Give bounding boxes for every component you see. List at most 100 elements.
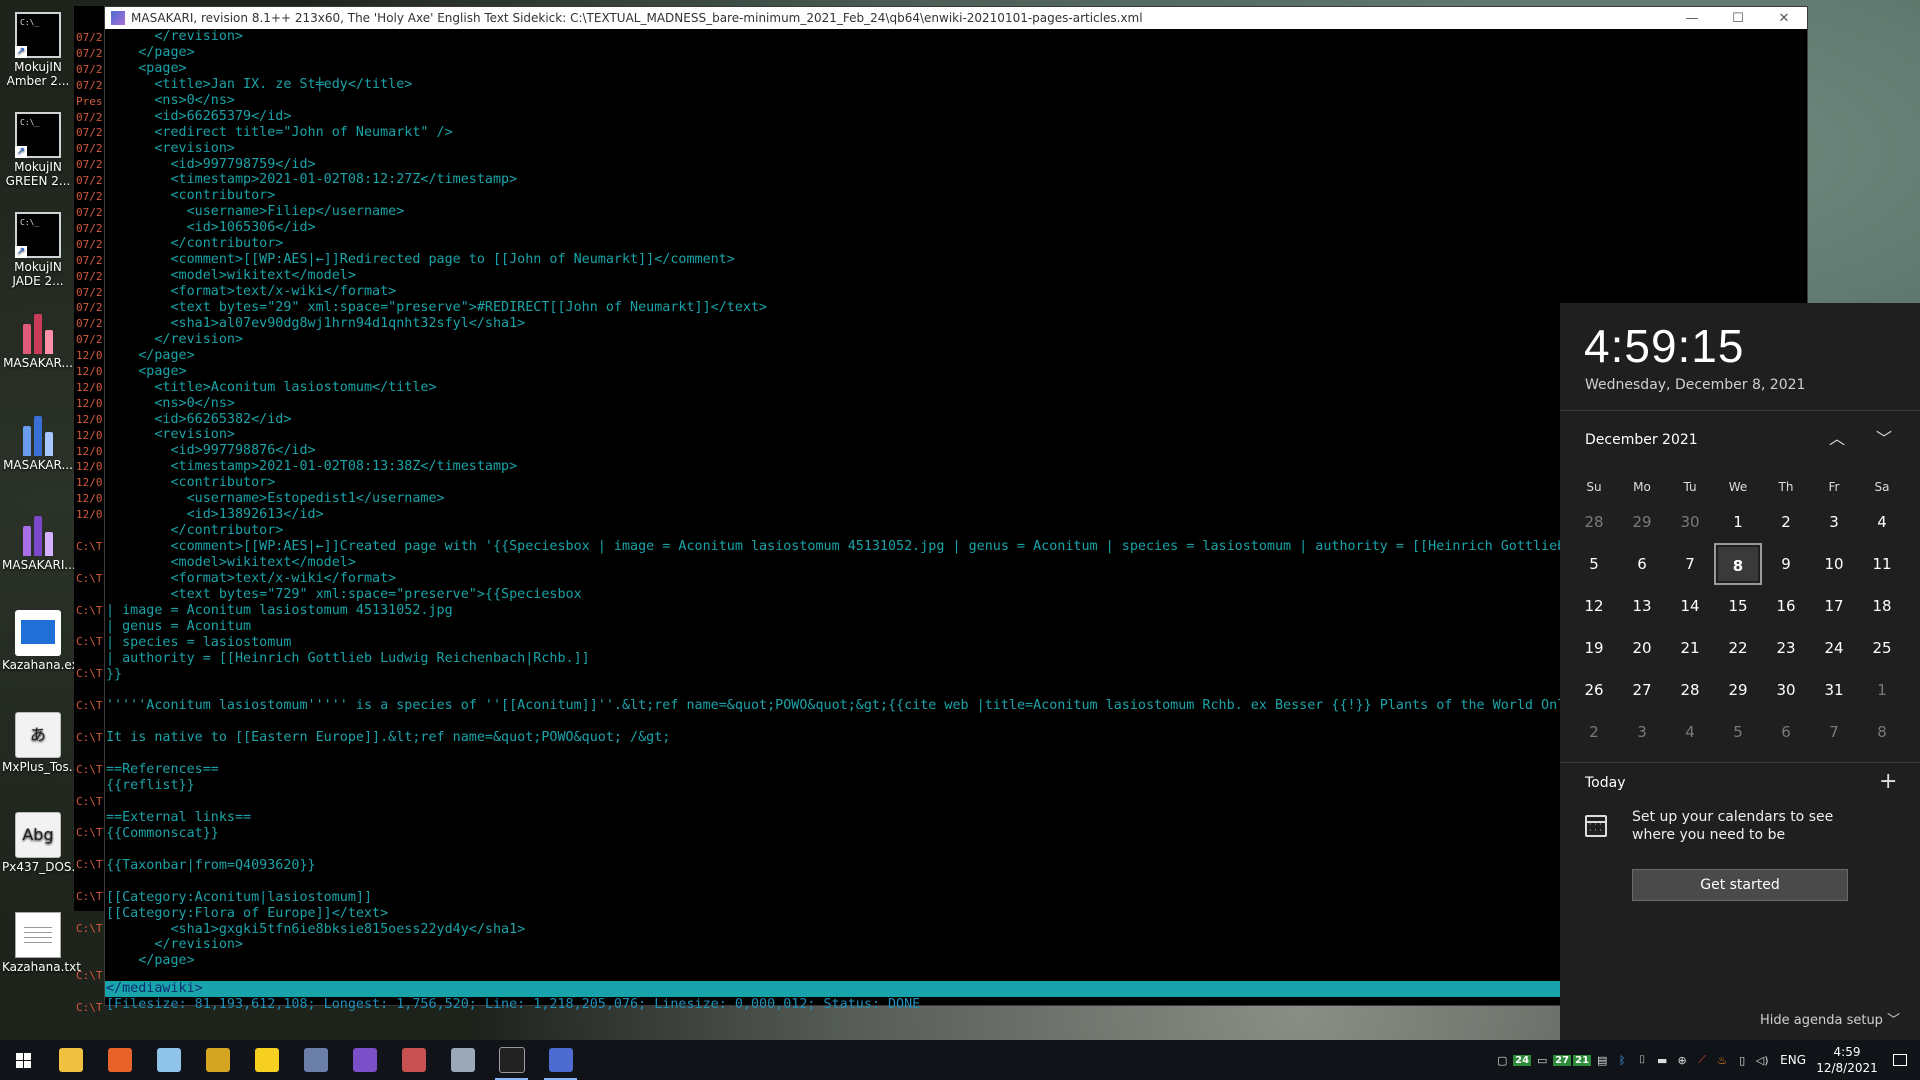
taskbar-app-masakari[interactable] bbox=[536, 1040, 585, 1080]
taskbar-app-image-viewer[interactable] bbox=[389, 1040, 438, 1080]
taskbar-app-notepad[interactable] bbox=[144, 1040, 193, 1080]
calendar-day[interactable]: 17 bbox=[1810, 585, 1858, 627]
calendar-day[interactable]: 27 bbox=[1618, 669, 1666, 711]
calendar-day[interactable]: 4 bbox=[1666, 711, 1714, 753]
calendar-day[interactable]: 13 bbox=[1618, 585, 1666, 627]
desktop-icon[interactable]: Abg Px437_DOS... bbox=[2, 812, 83, 874]
usb-icon[interactable]: ⌷ bbox=[1632, 1040, 1652, 1080]
calendar-day[interactable]: 24 bbox=[1810, 627, 1858, 669]
calendar-day[interactable]: 26 bbox=[1570, 669, 1618, 711]
get-started-button[interactable]: Get started bbox=[1632, 869, 1848, 901]
notification-center-button[interactable] bbox=[1880, 1054, 1920, 1066]
calendar-week-row: 5 6 7 8 9 10 11 bbox=[1570, 543, 1906, 585]
keyboard-icon[interactable]: ▤ bbox=[1592, 1040, 1612, 1080]
calendar-day[interactable]: 3 bbox=[1810, 501, 1858, 543]
taskbar-date: 12/8/2021 bbox=[1816, 1061, 1878, 1075]
calendar-day[interactable]: 19 bbox=[1570, 627, 1618, 669]
desktop-icon[interactable]: MASAKARI... bbox=[2, 510, 76, 572]
network-icon[interactable]: ⊕ bbox=[1672, 1040, 1692, 1080]
calendar-day[interactable]: 2 bbox=[1762, 501, 1810, 543]
calendar-day[interactable]: 15 bbox=[1714, 585, 1762, 627]
volume-icon[interactable]: ◁) bbox=[1752, 1040, 1772, 1080]
calendar-day[interactable]: 22 bbox=[1714, 627, 1762, 669]
previous-month-button[interactable]: ︿ bbox=[1825, 427, 1849, 451]
input-language-indicator[interactable]: ENG bbox=[1772, 1053, 1814, 1067]
desktop-icon[interactable]: ↗MokujIN GREEN 2... bbox=[2, 112, 74, 188]
calendar-day[interactable]: 28 bbox=[1570, 501, 1618, 543]
flyout-date[interactable]: Wednesday, December 8, 2021 bbox=[1585, 377, 1805, 393]
desktop-icon[interactable]: Kazahana.exe bbox=[2, 610, 86, 672]
calendar-day[interactable]: 1 bbox=[1714, 501, 1762, 543]
calendar-day[interactable]: 2 bbox=[1570, 711, 1618, 753]
desktop-icon[interactable]: ↗MokujIN Amber 2... bbox=[2, 12, 74, 88]
calendar-day[interactable]: 5 bbox=[1714, 711, 1762, 753]
bluetooth-icon[interactable]: ᛒ bbox=[1612, 1040, 1632, 1080]
calendar-day[interactable]: 7 bbox=[1810, 711, 1858, 753]
calendar-day[interactable]: 14 bbox=[1666, 585, 1714, 627]
calendar-day[interactable]: 3 bbox=[1618, 711, 1666, 753]
calendar-day[interactable]: 20 bbox=[1618, 627, 1666, 669]
tool-icon[interactable]: ⟋ bbox=[1692, 1040, 1712, 1080]
calendar-day[interactable]: 30 bbox=[1762, 669, 1810, 711]
background-console-window[interactable]: 07/2 07/2 07/2 07/2 Pres 07/2 07/2 07/2 07/2 07/2… bbox=[74, 6, 104, 1014]
phone-icon[interactable]: ▯ bbox=[1732, 1040, 1752, 1080]
console-line: 12/0 bbox=[76, 428, 103, 442]
calendar-day[interactable]: 31 bbox=[1810, 669, 1858, 711]
calendar-day[interactable]: 6 bbox=[1618, 543, 1666, 585]
calendar-day-today[interactable]: 8 bbox=[1714, 543, 1762, 585]
calendar-day[interactable]: 29 bbox=[1714, 669, 1762, 711]
calendar-day[interactable]: 8 bbox=[1858, 711, 1906, 753]
desktop-icon[interactable]: Kazahana.txt bbox=[2, 912, 81, 974]
calendar-day[interactable]: 9 bbox=[1762, 543, 1810, 585]
terminal-text-area[interactable]: </revision> </page> <page> <title>Jan IX… bbox=[105, 29, 1809, 995]
minimize-button[interactable]: — bbox=[1669, 7, 1715, 29]
taskbar-app-calculator[interactable] bbox=[291, 1040, 340, 1080]
start-button[interactable] bbox=[0, 1040, 46, 1080]
taskbar-app-file-explorer[interactable] bbox=[46, 1040, 95, 1080]
window-titlebar[interactable]: MASAKARI, revision 8.1++ 213x60, The 'Ho… bbox=[105, 7, 1807, 29]
taskbar-app-command-prompt[interactable] bbox=[487, 1040, 536, 1080]
desktop-icon[interactable]: MASAKAR... bbox=[2, 410, 74, 472]
calendar-day[interactable]: 29 bbox=[1618, 501, 1666, 543]
taskbar-app-network-tool[interactable] bbox=[438, 1040, 487, 1080]
desktop-icon[interactable]: あ MxPlus_Tos... bbox=[2, 712, 80, 774]
calendar-day[interactable]: 10 bbox=[1810, 543, 1858, 585]
console-line: 07/2 bbox=[76, 333, 103, 347]
tray-app-icon[interactable]: ▭ bbox=[1532, 1040, 1552, 1080]
selected-line[interactable]: </mediawiki> bbox=[105, 981, 1809, 997]
calendar-day[interactable]: 21 bbox=[1666, 627, 1714, 669]
desktop-icon[interactable]: MASAKAR... bbox=[2, 308, 74, 370]
calendar-day[interactable]: 4 bbox=[1858, 501, 1906, 543]
battery-icon[interactable]: ▬ bbox=[1652, 1040, 1672, 1080]
calendar-day[interactable]: 16 bbox=[1762, 585, 1810, 627]
calendar-day[interactable]: 18 bbox=[1858, 585, 1906, 627]
calendar-day[interactable]: 28 bbox=[1666, 669, 1714, 711]
hide-agenda-setup-link[interactable]: Hide agenda setup ﹀ bbox=[1760, 1009, 1900, 1028]
taskbar-app-firefox[interactable] bbox=[95, 1040, 144, 1080]
flame-icon[interactable]: ♨ bbox=[1712, 1040, 1732, 1080]
taskbar-app-app-yellow[interactable] bbox=[193, 1040, 242, 1080]
maximize-button[interactable]: ☐ bbox=[1715, 7, 1761, 29]
calendar-day[interactable]: 11 bbox=[1858, 543, 1906, 585]
close-button[interactable]: ✕ bbox=[1761, 7, 1807, 29]
taskbar-clock[interactable]: 4:59 12/8/2021 bbox=[1814, 1044, 1880, 1076]
tray-badge-27[interactable]: 27 bbox=[1552, 1040, 1572, 1080]
desktop-monitor-icon[interactable]: ▢ bbox=[1492, 1040, 1512, 1080]
calendar-day[interactable]: 25 bbox=[1858, 627, 1906, 669]
taskbar-app-app-purple[interactable] bbox=[340, 1040, 389, 1080]
calendar-day[interactable]: 1 bbox=[1858, 669, 1906, 711]
calendar-day[interactable]: 7 bbox=[1666, 543, 1714, 585]
next-month-button[interactable]: ﹀ bbox=[1872, 427, 1896, 451]
calendar-day[interactable]: 6 bbox=[1762, 711, 1810, 753]
tray-badge-24[interactable]: 24 bbox=[1512, 1040, 1532, 1080]
masakari-window[interactable]: MASAKARI, revision 8.1++ 213x60, The 'Ho… bbox=[104, 6, 1809, 1012]
calendar-month-label[interactable]: December 2021 bbox=[1585, 432, 1698, 448]
add-event-button[interactable]: + bbox=[1879, 769, 1897, 794]
tray-badge-21[interactable]: 21 bbox=[1572, 1040, 1592, 1080]
desktop-icon[interactable]: ↗MokujIN JADE 2... bbox=[2, 212, 74, 288]
calendar-day[interactable]: 12 bbox=[1570, 585, 1618, 627]
calendar-day[interactable]: 30 bbox=[1666, 501, 1714, 543]
calendar-day[interactable]: 23 bbox=[1762, 627, 1810, 669]
calendar-day[interactable]: 5 bbox=[1570, 543, 1618, 585]
taskbar-app-sticky-notes[interactable] bbox=[242, 1040, 291, 1080]
